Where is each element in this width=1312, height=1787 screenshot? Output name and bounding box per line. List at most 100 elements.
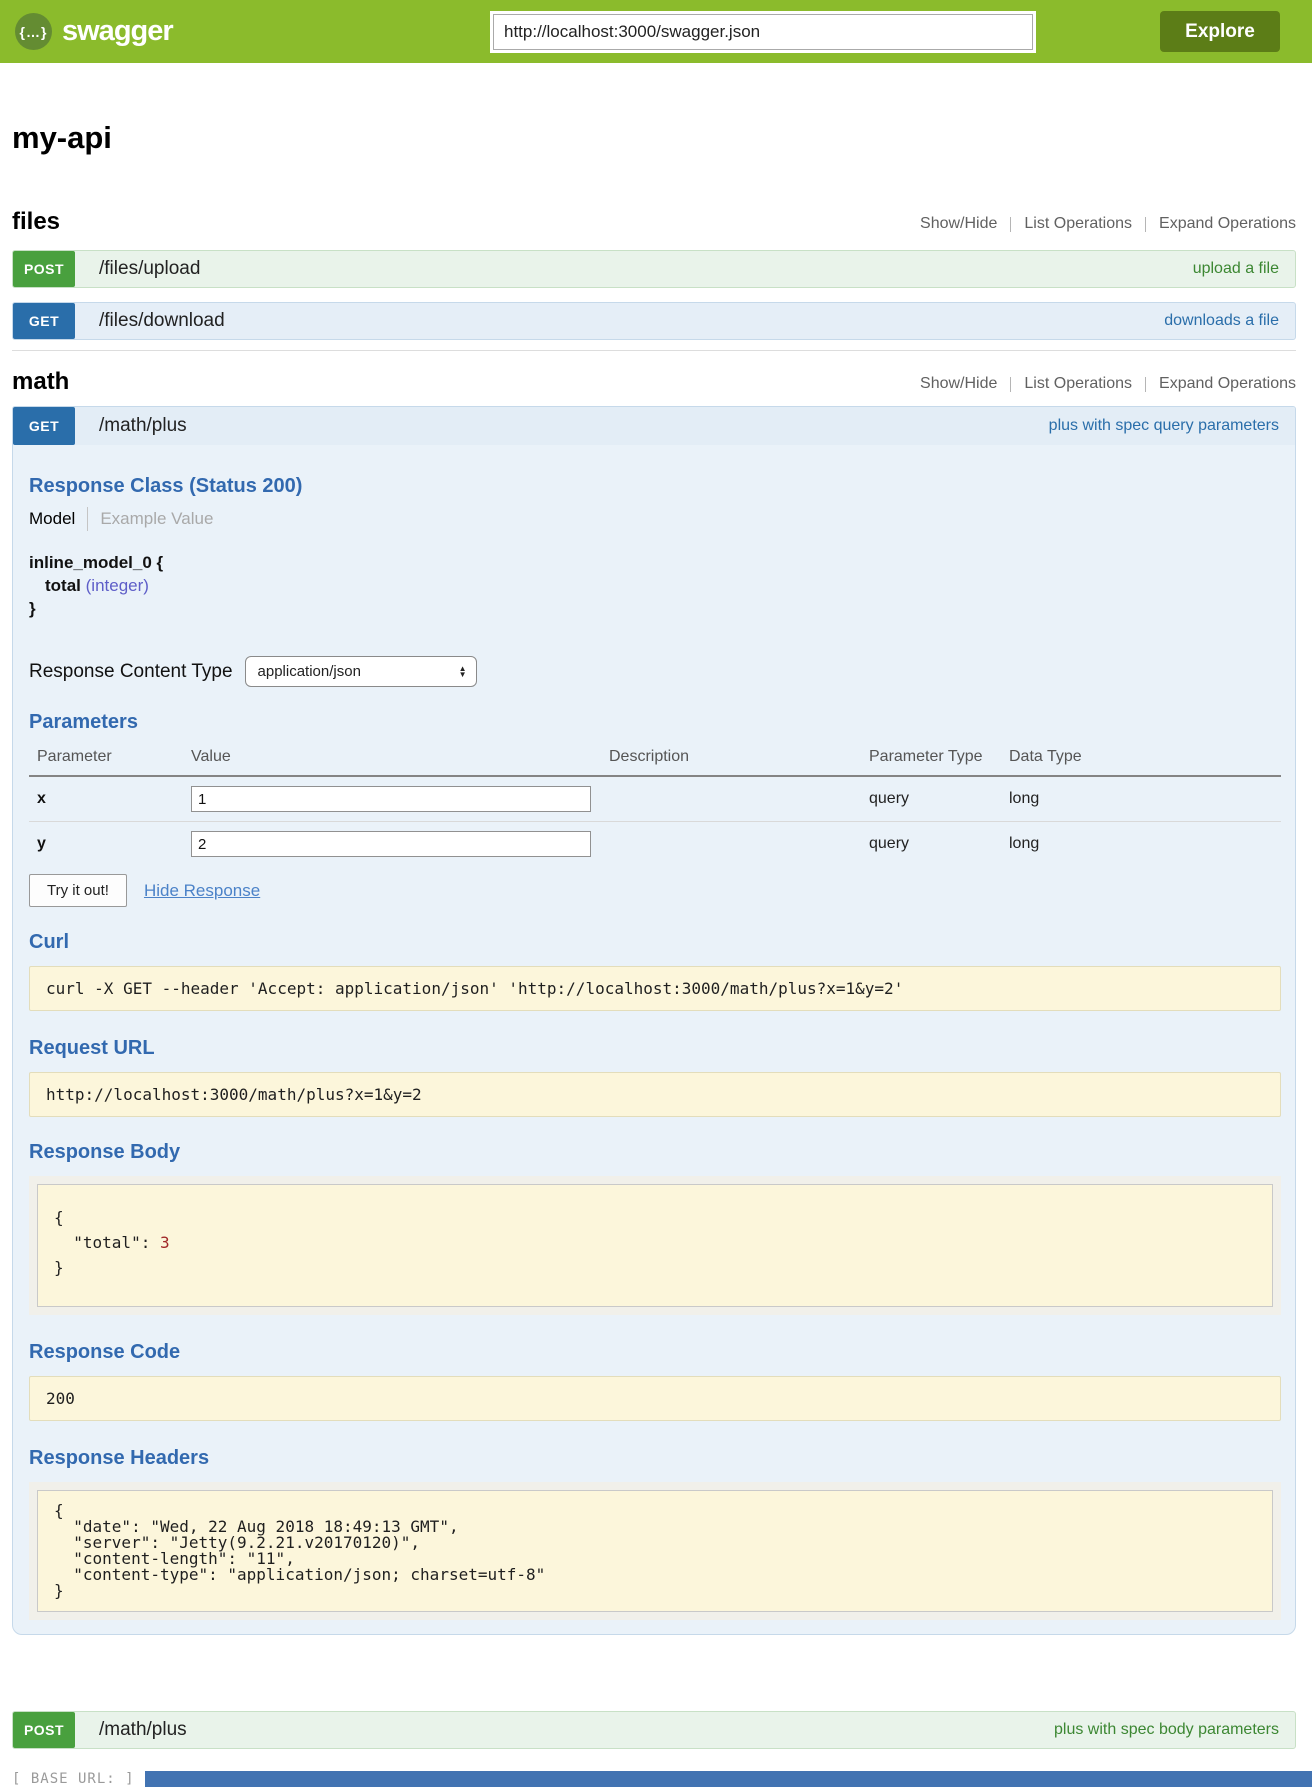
- parameter-description: [601, 776, 861, 822]
- response-headers-wrapper: { "date": "Wed, 22 Aug 2018 18:49:13 GMT…: [29, 1482, 1281, 1620]
- select-arrows-icon: ▲▼: [459, 666, 467, 678]
- tab-model[interactable]: Model: [29, 509, 75, 529]
- model-open-line: inline_model_0 {: [29, 551, 1281, 574]
- pipe-divider: [1145, 217, 1146, 232]
- response-content-type-label: Response Content Type: [29, 661, 233, 683]
- parameter-y-input[interactable]: [191, 831, 591, 857]
- operation-path[interactable]: /math/plus: [99, 1719, 187, 1741]
- response-content-type-select[interactable]: application/json ▲▼: [245, 656, 477, 687]
- hide-response-link[interactable]: Hide Response: [144, 881, 260, 901]
- curl-command: curl -X GET --header 'Accept: applicatio…: [29, 966, 1281, 1011]
- response-body-heading: Response Body: [29, 1141, 1281, 1164]
- model-property: total (integer): [29, 574, 1281, 597]
- operation-path[interactable]: /files/upload: [99, 258, 200, 280]
- expand-operations-link[interactable]: Expand Operations: [1159, 375, 1296, 393]
- swagger-logo-text: swagger: [62, 15, 173, 48]
- method-badge-post: POST: [13, 1712, 75, 1748]
- section-math: math Show/Hide List Operations Expand Op…: [12, 368, 1296, 1635]
- parameter-data-type: long: [1001, 822, 1281, 867]
- response-content-type-row: Response Content Type application/json ▲…: [29, 656, 1281, 687]
- section-controls-files: Show/Hide List Operations Expand Operati…: [920, 215, 1296, 236]
- operation-path[interactable]: /files/download: [99, 310, 225, 332]
- method-badge-get: GET: [13, 303, 75, 339]
- base-url-label: [ BASE URL: ]: [12, 1771, 135, 1787]
- page-title: my-api: [12, 120, 1296, 156]
- column-header-parameter-type: Parameter Type: [861, 740, 1001, 776]
- model-signature: inline_model_0 { total (integer) }: [29, 551, 1281, 620]
- response-body-content: { "total": 3 }: [37, 1184, 1273, 1307]
- json-open-brace: {: [54, 1208, 64, 1227]
- operation-post-math-plus[interactable]: POST /math/plus plus with spec body para…: [12, 1711, 1296, 1749]
- operation-get-files-download[interactable]: GET /files/download downloads a file: [12, 302, 1296, 340]
- column-header-description: Description: [601, 740, 861, 776]
- parameter-row-x: x query long: [29, 776, 1281, 822]
- operation-summary[interactable]: plus with spec body parameters: [1054, 1721, 1279, 1739]
- section-title-files[interactable]: files: [12, 208, 60, 236]
- json-close-brace: }: [54, 1258, 64, 1277]
- model-close-line: }: [29, 597, 1281, 620]
- header-bar: {…} swagger Explore: [0, 0, 1312, 63]
- model-property-type: (integer): [86, 576, 149, 595]
- response-class-tabs: Model Example Value: [29, 507, 1281, 531]
- tab-separator: [87, 507, 88, 531]
- try-it-out-row: Try it out! Hide Response: [29, 874, 1281, 907]
- response-headers-heading: Response Headers: [29, 1447, 1281, 1470]
- expand-operations-link[interactable]: Expand Operations: [1159, 215, 1296, 233]
- response-headers-content: { "date": "Wed, 22 Aug 2018 18:49:13 GMT…: [37, 1490, 1273, 1612]
- swagger-logo-icon: {…}: [15, 13, 52, 50]
- parameter-name: x: [29, 776, 183, 822]
- json-key: "total":: [73, 1233, 150, 1252]
- section-title-math[interactable]: math: [12, 368, 69, 396]
- show-hide-link[interactable]: Show/Hide: [920, 215, 997, 233]
- section-controls-math: Show/Hide List Operations Expand Operati…: [920, 375, 1296, 396]
- column-header-data-type: Data Type: [1001, 740, 1281, 776]
- operation-content: Response Class (Status 200) Model Exampl…: [13, 475, 1295, 1634]
- section-files: files Show/Hide List Operations Expand O…: [12, 208, 1296, 340]
- operation-summary[interactable]: plus with spec query parameters: [1049, 417, 1279, 435]
- request-url-heading: Request URL: [29, 1037, 1281, 1060]
- pipe-divider: [1010, 217, 1011, 232]
- swagger-url-input[interactable]: [493, 14, 1033, 50]
- show-hide-link[interactable]: Show/Hide: [920, 375, 997, 393]
- tab-example-value[interactable]: Example Value: [100, 509, 213, 529]
- operation-path[interactable]: /math/plus: [99, 415, 187, 437]
- section-header-math: math Show/Hide List Operations Expand Op…: [12, 368, 1296, 396]
- page-footer: [ BASE URL: ]: [0, 1771, 1312, 1787]
- parameter-x-input[interactable]: [191, 786, 591, 812]
- section-header-files: files Show/Hide List Operations Expand O…: [12, 208, 1296, 236]
- parameters-table-header: Parameter Value Description Parameter Ty…: [29, 740, 1281, 776]
- response-code-value: 200: [29, 1376, 1281, 1421]
- selected-content-type: application/json: [258, 663, 361, 680]
- pipe-divider: [1145, 377, 1146, 392]
- list-operations-link[interactable]: List Operations: [1024, 375, 1132, 393]
- parameters-heading: Parameters: [29, 711, 1281, 734]
- operation-get-math-plus[interactable]: GET /math/plus plus with spec query para…: [13, 407, 1295, 445]
- section-divider: [12, 350, 1296, 351]
- response-class-heading: Response Class (Status 200): [29, 475, 1281, 498]
- parameter-type: query: [861, 776, 1001, 822]
- parameter-name: y: [29, 822, 183, 867]
- footer-bar: [145, 1771, 1312, 1787]
- swagger-logo[interactable]: {…} swagger: [15, 13, 173, 50]
- json-number-value: 3: [160, 1233, 170, 1252]
- pipe-divider: [1010, 377, 1011, 392]
- operation-post-files-upload[interactable]: POST /files/upload upload a file: [12, 250, 1296, 288]
- operation-get-math-plus-expanded: GET /math/plus plus with spec query para…: [12, 406, 1296, 1635]
- response-code-heading: Response Code: [29, 1341, 1281, 1364]
- method-badge-get: GET: [13, 407, 75, 445]
- parameter-type: query: [861, 822, 1001, 867]
- operation-summary[interactable]: upload a file: [1193, 260, 1279, 278]
- request-url-value: http://localhost:3000/math/plus?x=1&y=2: [29, 1072, 1281, 1117]
- response-body-wrapper: { "total": 3 }: [29, 1176, 1281, 1315]
- list-operations-link[interactable]: List Operations: [1024, 215, 1132, 233]
- try-it-out-button[interactable]: Try it out!: [29, 874, 127, 907]
- explore-button[interactable]: Explore: [1160, 11, 1280, 52]
- column-header-value: Value: [183, 740, 601, 776]
- api-documentation: my-api files Show/Hide List Operations E…: [12, 120, 1296, 1749]
- method-badge-post: POST: [13, 251, 75, 287]
- column-header-parameter: Parameter: [29, 740, 183, 776]
- curl-heading: Curl: [29, 931, 1281, 954]
- parameter-description: [601, 822, 861, 867]
- operation-summary[interactable]: downloads a file: [1164, 312, 1279, 330]
- parameter-row-y: y query long: [29, 822, 1281, 867]
